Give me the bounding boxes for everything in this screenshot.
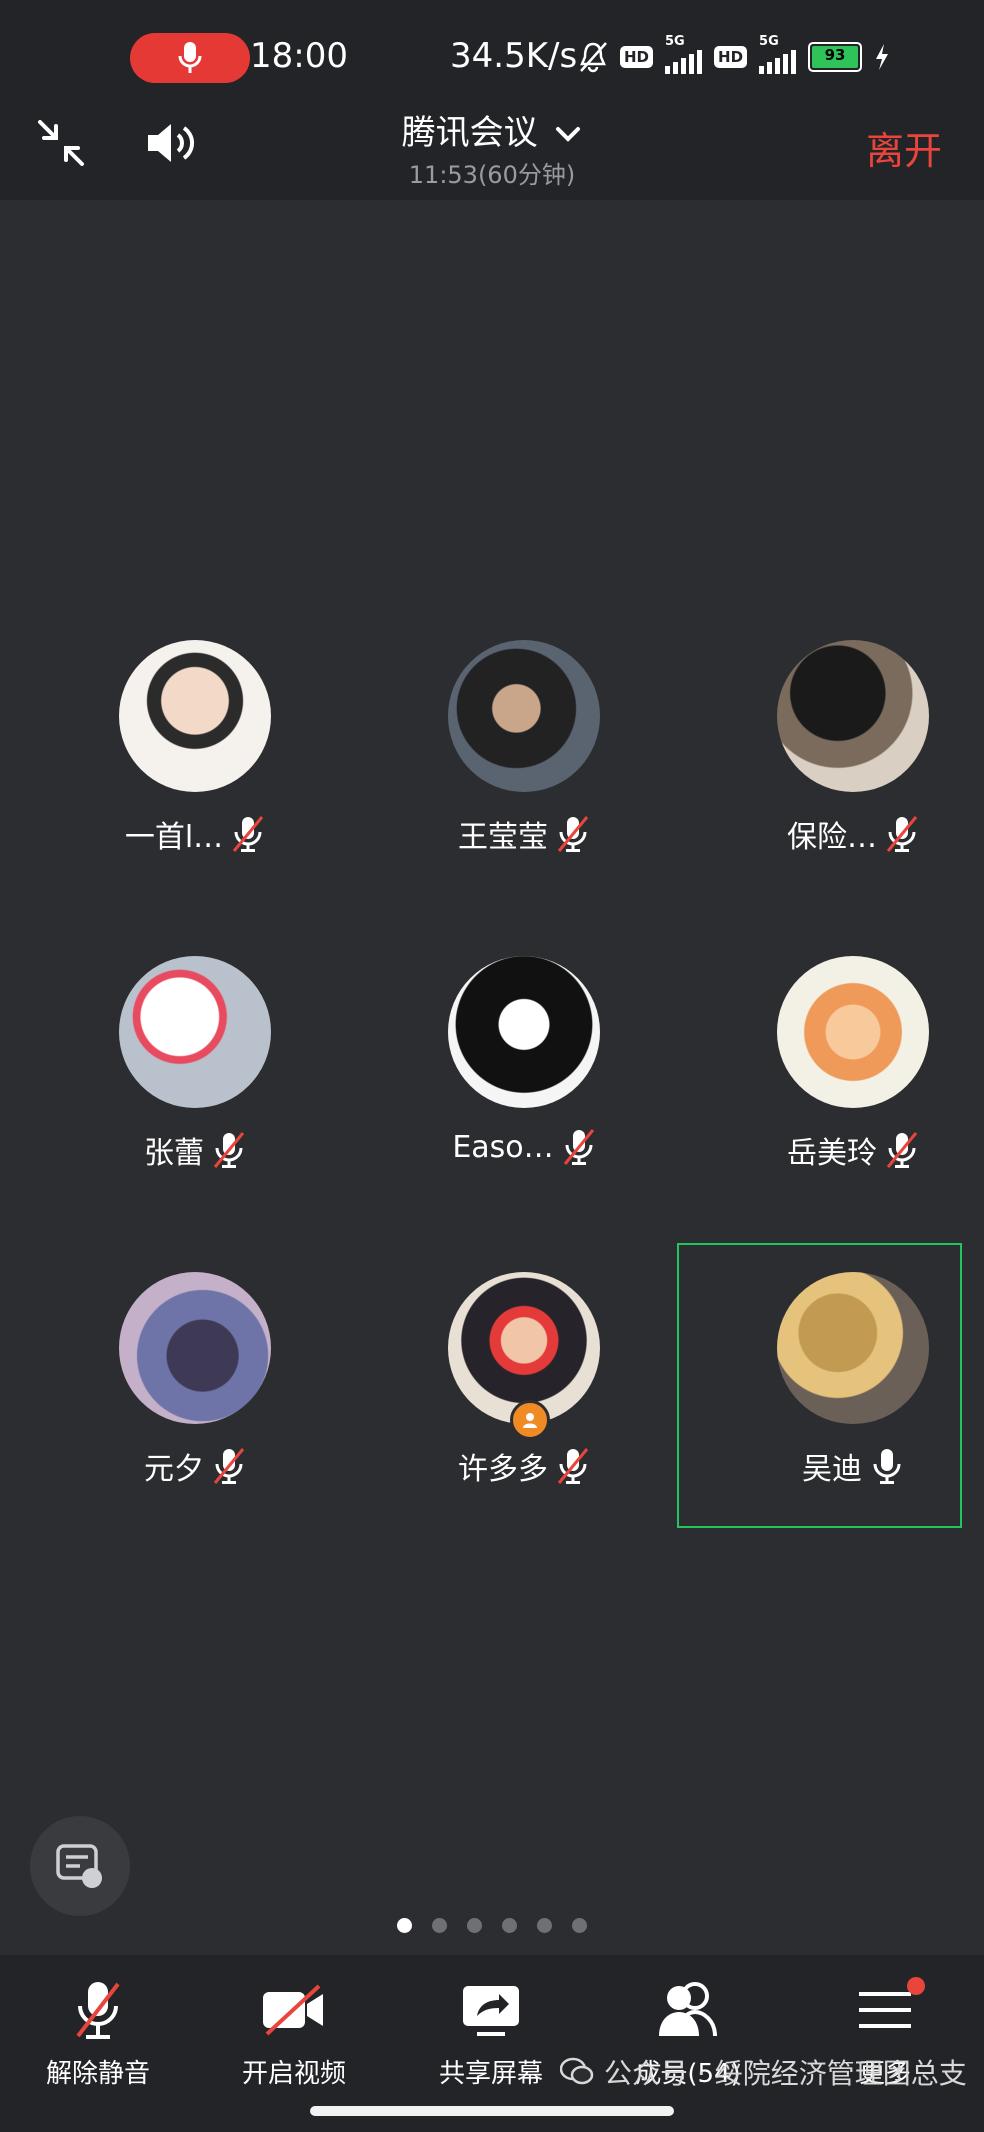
page-indicator[interactable]	[0, 1918, 984, 1933]
battery-icon: 93	[808, 42, 863, 72]
watermark: 公众号 · 绥院经济管理团总支	[560, 2052, 967, 2092]
mic-muted-icon	[213, 1132, 245, 1168]
mic-muted-icon	[76, 1982, 120, 2039]
unmute-label: 解除静音	[45, 2059, 150, 2089]
status-time: 18:00	[250, 36, 348, 76]
participant-name: 岳美玲	[787, 1136, 877, 1171]
page-dot[interactable]	[432, 1918, 447, 1933]
mic-muted-icon	[886, 1132, 918, 1168]
participant-avatar	[777, 640, 929, 792]
participant-tile[interactable]: 保险…	[703, 640, 984, 910]
participant-name-row: Easo…	[374, 1128, 674, 1166]
active-speaker-frame	[677, 1243, 962, 1528]
more-menu-icon	[859, 1992, 911, 2028]
host-badge-icon	[510, 1400, 550, 1440]
participant-name: 王莹莹	[458, 820, 548, 855]
participant-avatar	[119, 1272, 271, 1424]
mic-muted-icon	[563, 1129, 594, 1165]
participant-name: 许多多	[458, 1452, 548, 1487]
participant-name: 一首l…	[124, 820, 224, 855]
wechat-icon	[560, 2057, 594, 2085]
participant-avatar	[119, 640, 271, 792]
participant-avatar	[448, 956, 600, 1108]
signal-icon: 5G	[665, 34, 703, 74]
participant-avatar	[777, 956, 929, 1108]
unmute-button[interactable]: 解除静音	[3, 1975, 193, 2090]
participant-name: 张蕾	[144, 1136, 204, 1171]
hd-badge: HD	[714, 46, 748, 68]
mic-muted-icon	[557, 816, 589, 852]
notification-dot	[907, 1977, 925, 1995]
participant-tile[interactable]: 许多多	[374, 1272, 674, 1542]
network-speed: 34.5K/s	[450, 36, 578, 76]
start-video-label: 开启视频	[241, 2059, 346, 2089]
chevron-down-icon	[556, 127, 581, 142]
participant-name-row: 一首l…	[45, 812, 345, 856]
page-dot[interactable]	[397, 1918, 412, 1933]
page-dot[interactable]	[537, 1918, 552, 1933]
participant-tile[interactable]: 元夕	[45, 1272, 345, 1542]
participant-name-row: 岳美玲	[703, 1128, 984, 1172]
mic-muted-icon	[886, 816, 918, 852]
participant-name-row: 许多多	[374, 1444, 674, 1488]
mic-muted-icon	[213, 1448, 245, 1484]
participant-name: Easo…	[452, 1129, 554, 1165]
participant-avatar	[448, 640, 600, 792]
start-video-button[interactable]: 开启视频	[199, 1975, 389, 2090]
participant-name-row: 保险…	[703, 812, 984, 856]
page-dot[interactable]	[502, 1918, 517, 1933]
page-dot[interactable]	[467, 1918, 482, 1933]
network-type: 5G	[759, 34, 779, 49]
share-screen-button[interactable]: 共享屏幕	[396, 1975, 586, 2090]
participant-name-row: 张蕾	[45, 1128, 345, 1172]
share-screen-icon	[463, 1986, 519, 2036]
home-indicator[interactable]	[310, 2106, 674, 2116]
mic-recording-icon	[178, 42, 202, 73]
hd-badge: HD	[620, 46, 654, 68]
video-off-icon	[263, 1984, 323, 2036]
members-icon	[659, 1982, 717, 2037]
chat-icon	[56, 1844, 102, 1888]
page-dot[interactable]	[572, 1918, 587, 1933]
share-screen-label: 共享屏幕	[438, 2059, 543, 2089]
mic-muted-icon	[557, 1448, 589, 1484]
chat-button[interactable]	[30, 1816, 130, 1916]
leave-button[interactable]: 离开	[866, 120, 942, 175]
mute-bell-icon	[580, 42, 607, 73]
participant-tile[interactable]: 王莹莹	[374, 640, 674, 910]
meeting-duration: 11:53(60分钟)	[408, 161, 576, 189]
participant-name: 元夕	[144, 1452, 204, 1487]
participant-name: 保险…	[787, 820, 877, 855]
participant-name-row: 元夕	[45, 1444, 345, 1488]
participant-tile[interactable]: 张蕾	[45, 956, 345, 1226]
network-type: 5G	[665, 34, 685, 49]
participant-tile[interactable]: 一首l…	[45, 640, 345, 910]
participant-name-row: 王莹莹	[374, 812, 674, 856]
charging-icon	[876, 44, 889, 70]
watermark-text: 公众号 · 绥院经济管理团总支	[604, 2057, 967, 2090]
status-icons: HD 5G HD 5G 93	[578, 34, 890, 74]
signal-icon: 5G	[759, 34, 797, 74]
battery-level: 93	[812, 46, 859, 68]
participant-avatar	[119, 956, 271, 1108]
mic-muted-icon	[233, 816, 264, 852]
participant-tile[interactable]: 岳美玲	[703, 956, 984, 1226]
participant-tile[interactable]: Easo…	[374, 956, 674, 1226]
recording-indicator[interactable]	[130, 33, 250, 83]
meeting-title[interactable]: 腾讯会议	[0, 105, 984, 154]
meeting-title-text: 腾讯会议	[401, 113, 538, 153]
